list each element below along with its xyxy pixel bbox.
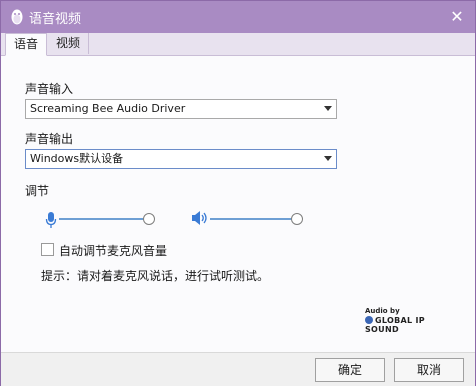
mic-volume-slider[interactable] [59, 213, 155, 225]
window-title: 语音视频 [29, 12, 82, 27]
input-label: 声音输入 [25, 82, 74, 96]
speaker-icon [192, 211, 207, 225]
penguin-icon [11, 9, 23, 25]
speaker-volume-thumb[interactable] [291, 213, 303, 225]
close-button[interactable]: ✕ [447, 7, 467, 27]
voice-video-dialog: 语音视频 ✕ 语音 视频 声音输入 Screaming Bee Audio Dr… [0, 0, 476, 386]
close-icon: ✕ [450, 7, 464, 26]
speaker-volume-slider[interactable] [210, 213, 303, 225]
input-device-select[interactable]: Screaming Bee Audio Driver [25, 99, 337, 119]
input-device-value: Screaming Bee Audio Driver [30, 102, 186, 115]
dropdown-arrow-icon [324, 106, 332, 111]
mic-volume-track [59, 218, 143, 220]
tab-bar: 语音 视频 [1, 33, 475, 56]
adjust-label: 调节 [25, 184, 50, 198]
microphone-icon [45, 212, 57, 228]
cancel-button[interactable]: 取消 [394, 358, 464, 382]
voice-settings-panel: 声音输入 Screaming Bee Audio Driver 声音输出 Win… [1, 56, 475, 352]
logo-line1: Audio by [365, 307, 400, 315]
dialog-footer: 确定 取消 [1, 352, 475, 386]
output-label: 声音输出 [25, 132, 74, 146]
output-device-value: Windows默认设备 [30, 152, 124, 165]
global-ip-sound-logo: Audio by GLOBAL IP SOUND [365, 307, 449, 334]
hint-text: 提示：请对着麦克风说话，进行试听测试。 [41, 269, 270, 283]
auto-adjust-label: 自动调节麦克风音量 [59, 244, 168, 258]
ok-button[interactable]: 确定 [315, 358, 385, 382]
tab-video[interactable]: 视频 [48, 33, 90, 54]
output-device-select[interactable]: Windows默认设备 [25, 149, 337, 169]
mic-volume-thumb[interactable] [143, 213, 155, 225]
logo-mark-icon [365, 316, 373, 324]
auto-adjust-checkbox[interactable] [41, 243, 54, 256]
title-bar: 语音视频 ✕ [1, 1, 475, 33]
dropdown-arrow-icon [324, 156, 332, 161]
logo-line2-text: GLOBAL IP SOUND [365, 316, 425, 334]
logo-line2: GLOBAL IP SOUND [365, 316, 449, 334]
tab-voice[interactable]: 语音 [5, 33, 48, 56]
speaker-volume-track [210, 218, 291, 220]
